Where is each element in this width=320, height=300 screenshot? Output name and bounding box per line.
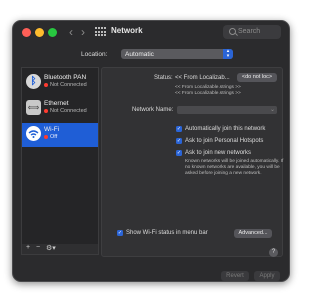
status-detail-line: << From Localizable.strings >> (175, 91, 241, 96)
service-item-bluetooth-pan[interactable]: ᛒ Bluetooth PAN Not Connected (22, 71, 98, 95)
search-icon (229, 28, 236, 35)
show-wifi-status-label: Show Wi-Fi status in menu bar (126, 230, 208, 236)
service-status: Not Connected (44, 108, 87, 114)
service-status-text: Not Connected (50, 82, 87, 88)
auto-join-checkbox[interactable]: ✓ (176, 126, 182, 132)
apply-button[interactable]: Apply (254, 271, 280, 281)
revert-button[interactable]: Revert (221, 271, 249, 281)
status-detail-line: << From Localizable.strings >> (175, 85, 241, 90)
chevron-updown-icon: ▴ ▾ (223, 49, 233, 59)
search-field[interactable]: Search (223, 25, 281, 39)
show-wifi-status-checkbox[interactable]: ✓ (117, 230, 123, 236)
service-name: Bluetooth PAN (44, 74, 87, 81)
zoom-button[interactable] (48, 28, 57, 37)
ask-note-line: asked before joining a new network. (185, 171, 262, 176)
status-dot-red (44, 82, 48, 87)
status-value: << From Localizab... (175, 75, 230, 81)
auto-join-label: Automatically join this network (185, 126, 266, 132)
wifi-icon (26, 126, 41, 141)
chevron-down-icon: ⌄ (269, 107, 275, 113)
remove-service-button[interactable]: − (36, 244, 40, 251)
wifi-settings-panel: Status: << From Localizab... <do not loc… (101, 67, 283, 257)
service-status: Not Connected (44, 82, 87, 88)
ethernet-icon: ⟺ (26, 100, 41, 115)
personal-hotspots-checkbox[interactable]: ✓ (176, 138, 182, 144)
service-list-toolbar: + − ⚙︎▾ (21, 244, 99, 255)
service-list[interactable]: ᛒ Bluetooth PAN Not Connected ⟺ Ethernet… (21, 67, 99, 245)
service-name: Wi-Fi (44, 126, 60, 133)
service-status-text: Off (50, 134, 58, 140)
window-title: Network (111, 26, 143, 35)
advanced-button[interactable]: Advanced... (234, 229, 272, 238)
personal-hotspots-label: Ask to join Personal Hotspots (185, 138, 264, 144)
ask-note-line: no known networks are available, you wil… (185, 165, 280, 170)
service-item-ethernet[interactable]: ⟺ Ethernet Not Connected (22, 97, 98, 121)
status-dot-red (44, 108, 48, 113)
network-preferences-window: ‹ › Network Search Location: Automatic ▴… (12, 20, 290, 282)
action-menu-button[interactable]: ⚙︎▾ (46, 244, 56, 252)
forward-chevron-icon[interactable]: › (81, 25, 85, 39)
location-popup[interactable]: Automatic ▴ ▾ (121, 49, 233, 59)
status-dot-red (44, 134, 48, 139)
add-service-button[interactable]: + (26, 244, 30, 251)
ask-new-networks-label: Ask to join new networks (185, 150, 252, 156)
service-status-text: Not Connected (50, 108, 87, 114)
do-not-loc-button[interactable]: <do not loc> (237, 73, 277, 82)
close-button[interactable] (22, 28, 31, 37)
ask-new-networks-checkbox[interactable]: ✓ (176, 150, 182, 156)
location-label: Location: (81, 51, 108, 58)
help-button[interactable]: ? (269, 248, 278, 257)
ask-note-line: Known networks will be joined automatica… (185, 159, 284, 164)
service-status: Off (44, 134, 57, 140)
title-bar: ‹ › Network Search (13, 21, 289, 45)
location-value: Automatic (125, 50, 154, 58)
network-name-popup[interactable]: ⌄ (177, 106, 277, 114)
service-item-wifi[interactable]: Wi-Fi Off (22, 123, 98, 147)
minimize-button[interactable] (35, 28, 44, 37)
service-name: Ethernet (44, 100, 69, 107)
network-name-label: Network Name: (132, 107, 174, 113)
show-all-grid-icon[interactable] (95, 27, 106, 37)
back-chevron-icon[interactable]: ‹ (69, 25, 73, 39)
bluetooth-icon: ᛒ (26, 74, 41, 89)
wifi-glyph-icon (28, 130, 39, 138)
search-placeholder: Search (238, 28, 261, 35)
status-label: Status: (154, 75, 173, 81)
